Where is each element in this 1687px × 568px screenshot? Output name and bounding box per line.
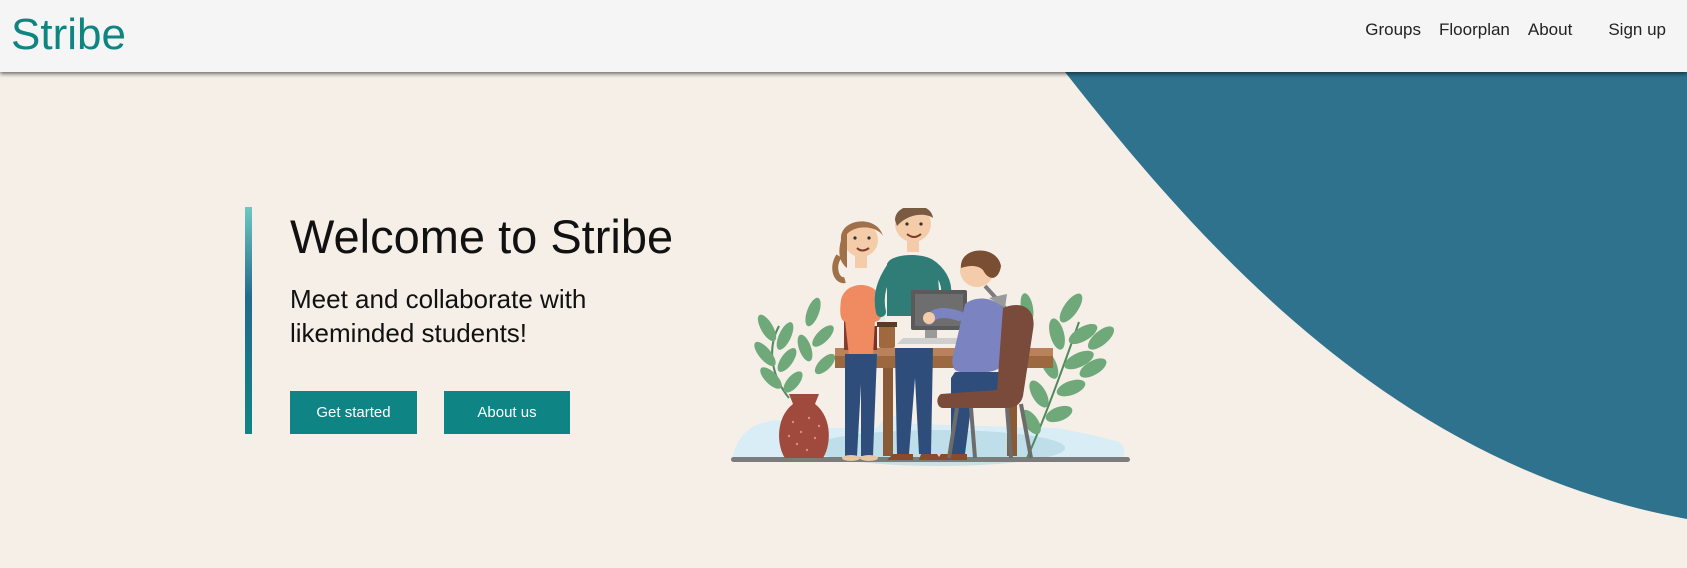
get-started-button[interactable]: Get started xyxy=(290,391,417,434)
hero-section: Welcome to Stribe Meet and collaborate w… xyxy=(245,207,715,434)
about-us-button[interactable]: About us xyxy=(444,391,570,434)
navbar: Stribe Groups Floorplan About Sign up xyxy=(0,0,1687,72)
brand-logo[interactable]: Stribe xyxy=(11,8,126,62)
hero-accent-bar xyxy=(245,207,252,434)
students-collaborating-illustration xyxy=(731,208,1130,466)
nav-links: Groups Floorplan About Sign up xyxy=(1347,19,1666,41)
hero-subtitle: Meet and collaborate with likeminded stu… xyxy=(290,284,587,348)
nav-link-groups[interactable]: Groups xyxy=(1365,19,1421,41)
nav-link-about[interactable]: About xyxy=(1528,19,1572,41)
nav-link-floorplan[interactable]: Floorplan xyxy=(1439,19,1510,41)
hero-title: Welcome to Stribe xyxy=(290,210,674,263)
signup-link[interactable]: Sign up xyxy=(1608,19,1666,41)
